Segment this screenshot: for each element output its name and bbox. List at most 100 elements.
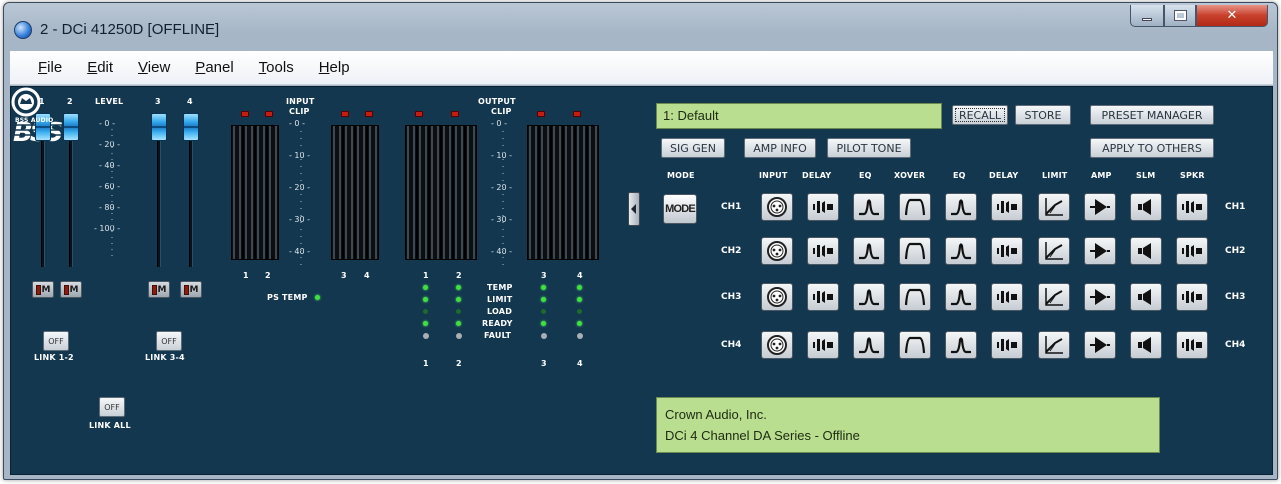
preset-manager-button[interactable]: PRESET MANAGER [1090,105,1214,125]
matrix-button-ch3-limiter[interactable] [1038,283,1070,311]
matrix-button-ch4-limiter[interactable] [1038,331,1070,359]
mute-led [183,284,189,295]
eq-icon [858,197,880,217]
output-meter-bar [563,125,575,260]
matrix-button-ch2-xlr-input[interactable] [761,237,793,265]
matrix-button-ch2-slm[interactable] [1130,237,1162,265]
sig-gen-button[interactable]: SIG GEN [661,138,725,158]
matrix-button-ch1-xlr-input[interactable] [761,193,793,221]
matrix-button-ch4-speaker[interactable] [1176,331,1208,359]
input-meter-ch-label: 4 [364,271,370,280]
status-led-limit [423,297,428,302]
fader-knob-ch2[interactable] [63,113,79,141]
close-button[interactable]: ✕ [1196,5,1268,27]
matrix-button-ch3-eq[interactable] [945,283,977,311]
link-3-4-button[interactable]: OFF [156,331,182,351]
mode-label: MODE [667,171,695,180]
matrix-button-ch4-eq[interactable] [945,331,977,359]
fader-knob-ch3[interactable] [151,113,167,141]
output-clip-title: CLIP [491,107,512,116]
matrix-button-ch1-limiter[interactable] [1038,193,1070,221]
menu-panel[interactable]: Panel [195,59,233,76]
menu-label: iew [147,59,171,76]
matrix-button-ch2-delay[interactable] [991,237,1023,265]
matrix-button-ch4-slm[interactable] [1130,331,1162,359]
pilot-tone-button[interactable]: PILOT TONE [827,138,911,158]
matrix-button-ch4-delay[interactable] [991,331,1023,359]
input-scale-dot [300,208,302,209]
level-scale-dot [111,141,113,142]
matrix-button-ch3-amp[interactable] [1084,283,1116,311]
matrix-button-ch3-delay[interactable] [807,283,839,311]
recall-button[interactable]: RECALL [952,105,1008,125]
matrix-button-ch2-eq[interactable] [853,237,885,265]
matrix-button-ch1-speaker[interactable] [1176,193,1208,221]
link-1-2-button[interactable]: OFF [43,331,69,351]
matrix-button-ch1-delay[interactable] [991,193,1023,221]
output-meter-bar [575,125,587,260]
level-scale-dot [111,165,113,166]
fader-knob-ch4[interactable] [183,113,199,141]
store-button[interactable]: STORE [1015,105,1071,125]
input-meter-bar [267,125,279,260]
collapse-panel-button[interactable] [628,192,640,226]
matrix-button-ch2-speaker[interactable] [1176,237,1208,265]
matrix-button-ch4-xlr-input[interactable] [761,331,793,359]
link-all-button[interactable]: OFF [99,397,125,417]
mode-button[interactable]: MODE [663,194,697,224]
limiter-icon [1043,335,1065,355]
matrix-button-ch2-limiter[interactable] [1038,237,1070,265]
mute-button-ch3[interactable]: M [148,281,170,298]
menu-view[interactable]: View [138,59,170,76]
menu-file[interactable]: File [38,59,62,76]
mute-button-ch4[interactable]: M [180,281,202,298]
menu-edit[interactable]: Edit [87,59,113,76]
status-led-temp [577,285,582,290]
matrix-button-ch4-eq[interactable] [853,331,885,359]
matrix-button-ch2-amp[interactable] [1084,237,1116,265]
menu-tools[interactable]: Tools [259,59,294,76]
matrix-button-ch4-amp[interactable] [1084,331,1116,359]
matrix-button-ch2-xover[interactable] [899,237,931,265]
input-scale-dot [300,152,302,153]
matrix-button-ch3-xover[interactable] [899,283,931,311]
menu-help[interactable]: Help [319,59,350,76]
matrix-button-ch1-delay[interactable] [807,193,839,221]
apply-to-others-button[interactable]: APPLY TO OTHERS [1090,138,1214,158]
matrix-button-ch3-xlr-input[interactable] [761,283,793,311]
level-scale-dot [111,195,113,196]
level-scale-tick: - 40 - [99,161,121,170]
mute-button-ch2[interactable]: M [60,281,82,298]
matrix-button-ch4-xover[interactable] [899,331,931,359]
matrix-button-ch3-slm[interactable] [1130,283,1162,311]
matrix-button-ch3-speaker[interactable] [1176,283,1208,311]
maximize-button[interactable] [1164,5,1196,27]
matrix-button-ch2-eq[interactable] [945,237,977,265]
matrix-button-ch2-delay[interactable] [807,237,839,265]
matrix-button-ch4-delay[interactable] [807,331,839,359]
speaker-icon [1181,242,1203,260]
level-scale-dot [111,219,113,220]
title-bar[interactable]: 2 - DCi 41250D [OFFLINE] ✕ [4,3,1277,47]
input-meter-title: INPUT [286,97,315,106]
matrix-column-label: EQ [953,171,966,180]
output-status-ch-label: 4 [577,359,583,368]
matrix-button-ch1-eq[interactable] [853,193,885,221]
output-scale-dot [502,173,504,174]
matrix-button-ch1-amp[interactable] [1084,193,1116,221]
matrix-button-ch1-xover[interactable] [899,193,931,221]
menu-label: ile [47,59,63,76]
matrix-button-ch3-eq[interactable] [853,283,885,311]
matrix-button-ch3-delay[interactable] [991,283,1023,311]
close-icon: ✕ [1226,8,1238,23]
input-scale-dot [300,145,302,146]
level-scale-dot [111,249,113,250]
status-led-load [423,309,428,314]
minimize-button[interactable] [1130,5,1164,27]
mute-button-ch1[interactable]: M [32,281,54,298]
menu-mnemonic: E [87,59,98,76]
matrix-button-ch1-eq[interactable] [945,193,977,221]
status-led-ready [423,321,428,326]
amp-info-button[interactable]: AMP INFO [744,138,816,158]
matrix-button-ch1-slm[interactable] [1130,193,1162,221]
